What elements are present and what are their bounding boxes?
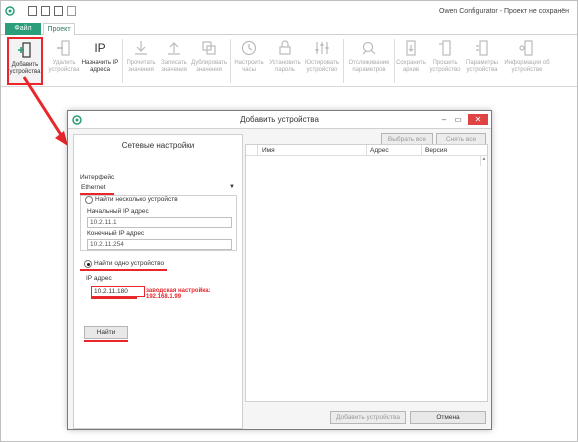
add-devices-button[interactable]: Добавить устройства xyxy=(7,37,43,85)
table-header: Имя Адрес Версия xyxy=(246,145,487,156)
sliders-icon xyxy=(315,42,329,54)
start-ip-input[interactable]: 10.2.11.1 xyxy=(87,217,232,228)
dialog-titlebar: Добавить устройства – ▭ ✕ xyxy=(68,111,491,129)
interface-value: Ethernet xyxy=(81,184,106,191)
find-many-group: Найти несколько устройств Начальный IP а… xyxy=(80,195,237,251)
clock-icon xyxy=(241,40,257,56)
chevron-down-icon: ▼ xyxy=(229,184,235,190)
interface-select[interactable]: Ethernet ▼ xyxy=(80,183,237,192)
tab-file[interactable]: Файл xyxy=(5,23,41,35)
add-devices-dialog: Добавить устройства – ▭ ✕ Сетевые настро… xyxy=(67,110,492,430)
magnifier-icon xyxy=(362,41,376,55)
add-devices-confirm-button[interactable]: Добавить устройства xyxy=(330,411,406,424)
find-red-underline xyxy=(84,340,128,342)
upload-icon xyxy=(168,42,180,55)
set-password-button[interactable]: Установить пароль xyxy=(267,37,303,85)
ip-input[interactable]: 10.2.11.180 xyxy=(91,286,145,297)
find-one-red-underline xyxy=(80,269,167,271)
remove-device-icon xyxy=(57,40,70,56)
device-params-icon xyxy=(476,40,488,56)
flash-device-icon xyxy=(439,40,451,56)
network-settings-heading: Сетевые настройки xyxy=(121,141,195,150)
app-title: Owen Configurator - Проект не сохранён xyxy=(439,8,569,15)
device-info-icon xyxy=(519,40,533,56)
ip-red-underline xyxy=(91,297,137,299)
find-one-radio[interactable] xyxy=(84,260,92,268)
factory-setting-hint: заводская настройка: 192.168.1.99 xyxy=(146,288,211,300)
ribbon-separator xyxy=(230,39,231,83)
device-params-button[interactable]: Параметры устройства xyxy=(463,37,501,85)
start-ip-label: Начальный IP адрес xyxy=(87,208,149,215)
set-clock-button[interactable]: Настроить часы xyxy=(232,37,266,85)
cancel-button[interactable]: Отмена xyxy=(410,411,486,424)
maximize-icon[interactable]: ▭ xyxy=(452,114,464,125)
ribbon-separator xyxy=(394,39,395,83)
remove-devices-button[interactable]: Удалить устройства xyxy=(47,37,81,85)
find-one-label: Найти одно устройство xyxy=(94,260,165,267)
close-icon[interactable]: ✕ xyxy=(468,114,488,125)
column-divider xyxy=(421,145,422,156)
column-divider xyxy=(257,145,258,156)
ribbon-separator xyxy=(343,39,344,83)
minimize-icon[interactable]: – xyxy=(438,114,450,125)
configure-device-button[interactable]: Юстировать устройство xyxy=(303,37,341,85)
column-divider xyxy=(366,145,367,156)
network-settings-panel: Сетевые настройки Интерфейс Ethernet ▼ Н… xyxy=(73,134,243,429)
column-version[interactable]: Версия xyxy=(425,147,447,154)
download-icon xyxy=(135,41,147,55)
find-many-radio[interactable] xyxy=(85,196,93,204)
read-values-button[interactable]: Прочитать значения xyxy=(125,37,157,85)
app-logo-icon xyxy=(5,6,15,16)
ribbon-toolbar: Добавить устройства Удалить устройства I… xyxy=(1,35,577,87)
add-device-icon xyxy=(18,42,31,58)
archive-icon xyxy=(406,40,416,56)
interface-label: Интерфейс xyxy=(80,174,115,181)
column-address[interactable]: Адрес xyxy=(370,147,389,154)
settings-icon[interactable] xyxy=(67,6,76,16)
ip-icon: IP xyxy=(94,41,106,55)
end-ip-label: Конечный IP адрес xyxy=(87,230,145,237)
dialog-title: Добавить устройства xyxy=(240,115,319,124)
find-one-group: Найти одно устройство IP адрес 10.2.11.1… xyxy=(80,260,237,310)
new-file-icon[interactable] xyxy=(28,6,37,16)
app-titlebar: Owen Configurator - Проект не сохранён xyxy=(1,1,577,23)
save-archive-button[interactable]: Сохранить архив xyxy=(396,37,426,85)
track-params-button[interactable]: Отслеживание параметров xyxy=(346,37,392,85)
duplicate-values-button[interactable]: Дублировать значения xyxy=(191,37,227,85)
assign-ip-button[interactable]: IP Назначить IP адреса xyxy=(81,37,119,85)
copy-icon[interactable] xyxy=(41,6,50,16)
save-icon[interactable] xyxy=(54,6,63,16)
find-button[interactable]: Найти xyxy=(84,326,128,339)
flash-device-button[interactable]: Прошить устройство xyxy=(428,37,462,85)
devices-table: Имя Адрес Версия ▲ xyxy=(245,144,488,402)
end-ip-input[interactable]: 10.2.11.254 xyxy=(87,239,232,250)
ip-label: IP адрес xyxy=(86,275,112,282)
find-many-label: Найти несколько устройств xyxy=(95,196,178,203)
column-name[interactable]: Имя xyxy=(262,147,275,154)
ribbon-tabs: Файл Проект xyxy=(1,23,577,36)
duplicate-icon xyxy=(202,41,216,55)
device-info-button[interactable]: Информация об устройстве xyxy=(503,37,551,85)
write-values-button[interactable]: Записать значения xyxy=(158,37,190,85)
lock-icon xyxy=(279,40,291,55)
scroll-up-icon[interactable]: ▲ xyxy=(480,156,487,166)
ribbon-separator xyxy=(122,39,123,83)
